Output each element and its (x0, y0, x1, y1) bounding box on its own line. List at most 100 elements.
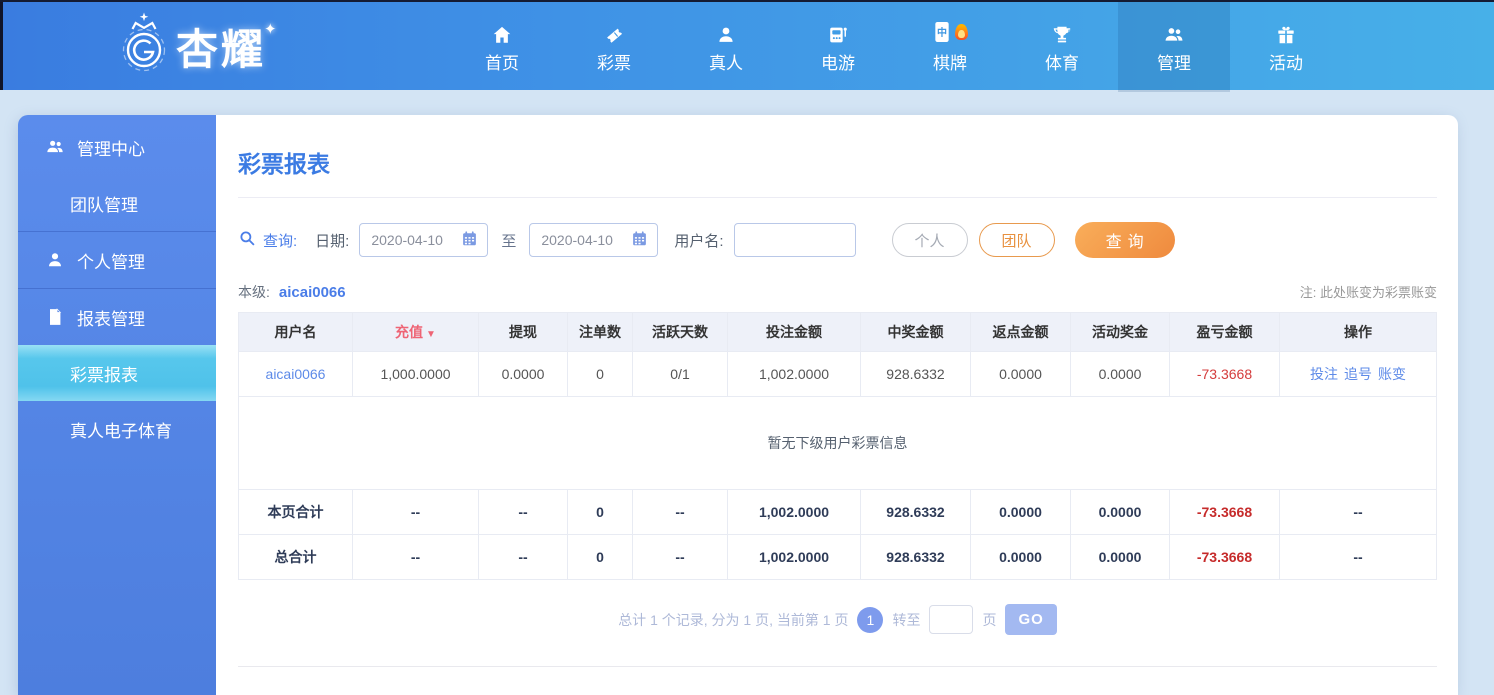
username-input[interactable] (733, 223, 856, 257)
header-active-days: 活跃天数 (632, 312, 728, 352)
row-recharge: 1,000.0000 (352, 351, 479, 397)
sidebar: 管理中心 团队管理 个人管理 报表管理 彩票报表 真人电子体育 (18, 115, 216, 695)
calendar-icon[interactable] (461, 230, 478, 251)
action-bets-link[interactable]: 投注 (1310, 366, 1338, 382)
query-submit-button[interactable]: 查询 (1074, 222, 1175, 258)
search-bar: 查询: 日期: 至 用户名: 个人 团队 (238, 222, 1437, 258)
sidebar-item-label: 个人管理 (77, 252, 145, 272)
date-to-label: 至 (501, 232, 517, 250)
row-actions: 投注 追号 账变 (1279, 351, 1437, 397)
sidebar-item-label: 报表管理 (77, 309, 145, 329)
gift-icon (1274, 23, 1298, 47)
mahjong-icon: 中 (932, 20, 952, 49)
row-rebate: 0.0000 (970, 351, 1071, 397)
trophy-icon (1050, 23, 1074, 47)
date-from-input[interactable] (369, 231, 456, 249)
user-icon (45, 250, 65, 270)
sidebar-item-live-esports[interactable]: 真人电子体育 (18, 401, 216, 457)
empty-message: 暂无下级用户彩票信息 (238, 396, 1437, 490)
sparkle-icon: ✦ (264, 20, 277, 38)
goto-page-input[interactable] (929, 605, 974, 634)
sidebar-item-personal-manage[interactable]: 个人管理 (18, 232, 216, 288)
header-username: 用户名 (238, 312, 353, 352)
ticket-icon (602, 23, 626, 47)
nav-item-activity[interactable]: 活动 (1230, 2, 1342, 92)
svg-text:中: 中 (937, 26, 947, 39)
grand-total-label: 总合计 (238, 534, 353, 580)
top-navbar: 杏耀 ✦ 首页 彩票 真人 电游 中 棋牌 体育 管理 活动 (0, 0, 1494, 92)
sidebar-item-report-manage[interactable]: 报表管理 (18, 289, 216, 345)
nav-item-sports[interactable]: 体育 (1006, 2, 1118, 92)
empty-row: 暂无下级用户彩票信息 (238, 396, 1437, 490)
header-recharge-sortable[interactable]: 充值 ▼ (352, 312, 479, 352)
account-change-note: 注: 此处账变为彩票账变 (1299, 285, 1437, 300)
page-1-button[interactable]: 1 (857, 606, 884, 633)
main-nav: 首页 彩票 真人 电游 中 棋牌 体育 管理 活动 (446, 2, 1342, 92)
page-total-row: 本页合计 -- -- 0 -- 1,002.0000 928.6332 0.00… (238, 489, 1437, 535)
row-activity-bonus: 0.0000 (1070, 351, 1170, 397)
brand-emblem-icon (116, 11, 172, 82)
goto-label: 转至 (892, 611, 921, 628)
row-bet-amount: 1,002.0000 (727, 351, 861, 397)
slot-machine-icon (826, 23, 850, 47)
sidebar-item-label: 管理中心 (77, 139, 145, 159)
header-actions: 操作 (1279, 312, 1437, 352)
go-button[interactable]: GO (1005, 604, 1057, 635)
team-filter-button[interactable]: 团队 (978, 223, 1055, 257)
grand-total-row: 总合计 -- -- 0 -- 1,002.0000 928.6332 0.000… (238, 534, 1437, 580)
level-label: 本级: (238, 284, 270, 300)
brand-name: 杏耀 (176, 26, 267, 73)
table-row: aicai0066 1,000.0000 0.0000 0 0/1 1,002.… (238, 351, 1437, 397)
level-row: 本级: aicai0066 注: 此处账变为彩票账变 (238, 282, 1437, 302)
level-username-link[interactable]: aicai0066 (279, 284, 346, 301)
team-icon (1162, 23, 1186, 47)
date-to-box (529, 223, 659, 257)
page-unit-label: 页 (982, 611, 997, 628)
header-rebate-amount: 返点金额 (970, 312, 1071, 352)
action-account-change-link[interactable]: 账变 (1378, 366, 1406, 382)
query-label: 查询: (263, 232, 298, 250)
personal-filter-button[interactable]: 个人 (891, 223, 968, 257)
sidebar-item-team-manage[interactable]: 团队管理 (18, 175, 216, 231)
date-to-input[interactable] (539, 231, 626, 249)
pagination: 总计 1 个记录, 分为 1 页, 当前第 1 页 1 转至 页 GO (238, 604, 1437, 635)
sidebar-item-label: 真人电子体育 (70, 421, 172, 441)
header-bet-amount: 投注金额 (727, 312, 861, 352)
main-shell: 管理中心 团队管理 个人管理 报表管理 彩票报表 真人电子体育 彩票报表 查询:… (18, 115, 1458, 695)
sort-desc-icon: ▼ (426, 329, 436, 340)
row-username-link[interactable]: aicai0066 (266, 366, 326, 382)
nav-item-egames[interactable]: 电游 (782, 2, 894, 92)
nav-item-boardgames[interactable]: 中 棋牌 (894, 2, 1006, 92)
nav-item-lottery[interactable]: 彩票 (558, 2, 670, 92)
person-icon (714, 23, 738, 47)
sidebar-item-label: 彩票报表 (70, 365, 138, 385)
pagination-summary: 总计 1 个记录, 分为 1 页, 当前第 1 页 (618, 611, 849, 628)
calendar-icon[interactable] (631, 230, 648, 251)
home-icon (490, 23, 514, 47)
row-profit: -73.3668 (1169, 351, 1280, 397)
action-chase-link[interactable]: 追号 (1344, 366, 1372, 382)
row-bet-count: 0 (567, 351, 633, 397)
hot-flame-icon (955, 23, 968, 40)
sidebar-item-manage-center[interactable]: 管理中心 (18, 119, 216, 175)
nav-item-live[interactable]: 真人 (670, 2, 782, 92)
row-active-days: 0/1 (632, 351, 728, 397)
sidebar-item-lottery-report[interactable]: 彩票报表 (18, 345, 216, 401)
content-panel: 彩票报表 查询: 日期: 至 用户名: (216, 115, 1458, 695)
header-bet-count: 注单数 (567, 312, 633, 352)
table-header-row: 用户名 充值 ▼ 提现 注单数 活跃天数 投注金额 中奖金额 返点金额 活动奖金 … (238, 312, 1437, 352)
nav-item-home[interactable]: 首页 (446, 2, 558, 92)
report-table: 用户名 充值 ▼ 提现 注单数 活跃天数 投注金额 中奖金额 返点金额 活动奖金 … (238, 312, 1437, 580)
header-withdraw: 提现 (478, 312, 568, 352)
nav-item-manage[interactable]: 管理 (1118, 2, 1230, 92)
date-from-box (359, 223, 489, 257)
footer-divider (238, 666, 1437, 667)
page-total-label: 本页合计 (238, 489, 353, 535)
date-label: 日期: (315, 232, 350, 250)
search-icon (238, 229, 256, 251)
row-win-amount: 928.6332 (860, 351, 971, 397)
report-icon (45, 307, 65, 327)
brand-logo[interactable]: 杏耀 ✦ (116, 11, 283, 82)
users-icon (45, 137, 65, 157)
header-activity-bonus: 活动奖金 (1070, 312, 1170, 352)
